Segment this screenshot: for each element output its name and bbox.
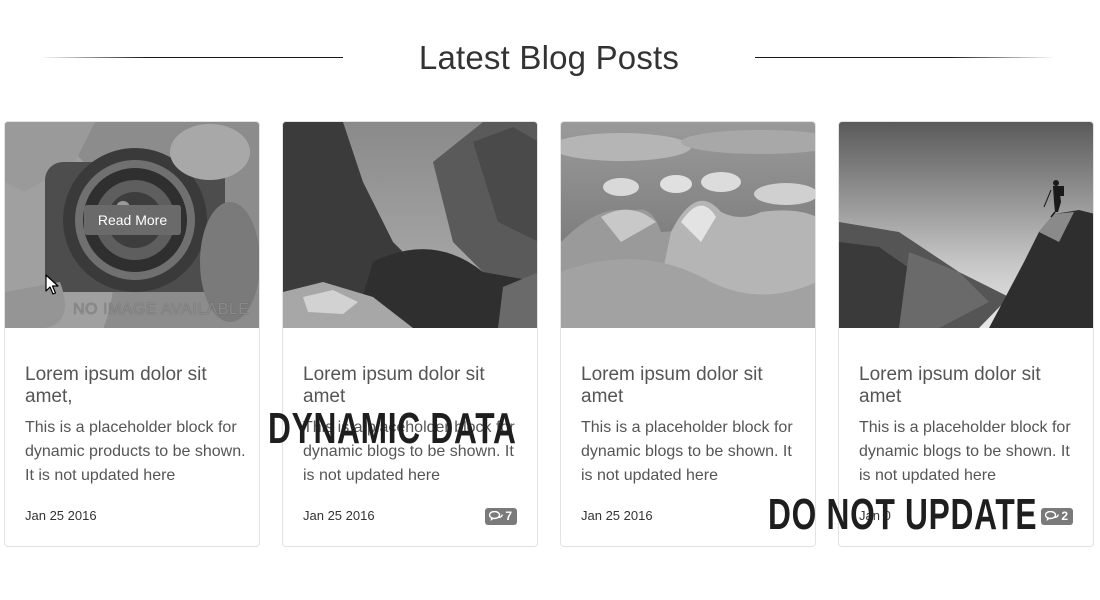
card-title[interactable]: Lorem ipsum dolor sit amet, bbox=[25, 364, 245, 408]
card-description: This is a placeholder block for dynamic … bbox=[859, 419, 1071, 484]
section-header: Latest Blog Posts bbox=[0, 0, 1100, 110]
card-title[interactable]: Lorem ipsum dolor sit amet bbox=[303, 364, 523, 408]
card-image[interactable] bbox=[561, 122, 815, 328]
canyon-photo bbox=[283, 122, 537, 328]
comment-count-badge[interactable]: 7 bbox=[485, 508, 517, 525]
blog-card[interactable]: Lorem ipsum dolor sit amet This is a pla… bbox=[282, 121, 538, 547]
dynamic-data-overlay: DYNAMIC DATA bbox=[268, 404, 517, 453]
card-title[interactable]: Lorem ipsum dolor sit amet bbox=[859, 364, 1079, 408]
comment-count-badge[interactable]: 2 bbox=[1041, 508, 1073, 525]
do-not-update-overlay: DO NOT UPDATE bbox=[768, 490, 1038, 539]
card-image[interactable] bbox=[283, 122, 537, 328]
header-divider-right bbox=[755, 57, 1055, 58]
mountain-hiker-photo bbox=[839, 122, 1093, 328]
comments-icon bbox=[489, 511, 504, 521]
card-image-no-image[interactable]: Read More NO IMAGE AVAILABLE bbox=[5, 122, 259, 328]
card-date: Jan 25 2016 bbox=[303, 508, 375, 523]
blog-card[interactable]: Lorem ipsum dolor sit amet This is a pla… bbox=[560, 121, 816, 547]
blog-card[interactable]: Read More NO IMAGE AVAILABLE Lorem ipsum… bbox=[4, 121, 260, 547]
mouse-cursor-icon bbox=[45, 274, 59, 295]
comments-icon bbox=[1045, 511, 1060, 521]
card-description: This is a placeholder block for dynamic … bbox=[25, 419, 246, 484]
comment-count: 2 bbox=[1061, 509, 1068, 523]
no-image-label: NO IMAGE AVAILABLE bbox=[73, 301, 250, 318]
header-divider-left bbox=[40, 57, 343, 58]
card-date: Jan 25 2016 bbox=[25, 508, 97, 523]
card-description: This is a placeholder block for dynamic … bbox=[581, 419, 793, 484]
section-title: Latest Blog Posts bbox=[418, 39, 680, 76]
card-image[interactable] bbox=[839, 122, 1093, 328]
card-title[interactable]: Lorem ipsum dolor sit amet bbox=[581, 364, 801, 408]
card-date: Jan 25 2016 bbox=[581, 508, 653, 523]
desert-dunes-photo bbox=[561, 122, 815, 328]
blog-card[interactable]: Lorem ipsum dolor sit amet This is a pla… bbox=[838, 121, 1094, 547]
read-more-button[interactable]: Read More bbox=[84, 205, 181, 235]
comment-count: 7 bbox=[505, 509, 512, 523]
